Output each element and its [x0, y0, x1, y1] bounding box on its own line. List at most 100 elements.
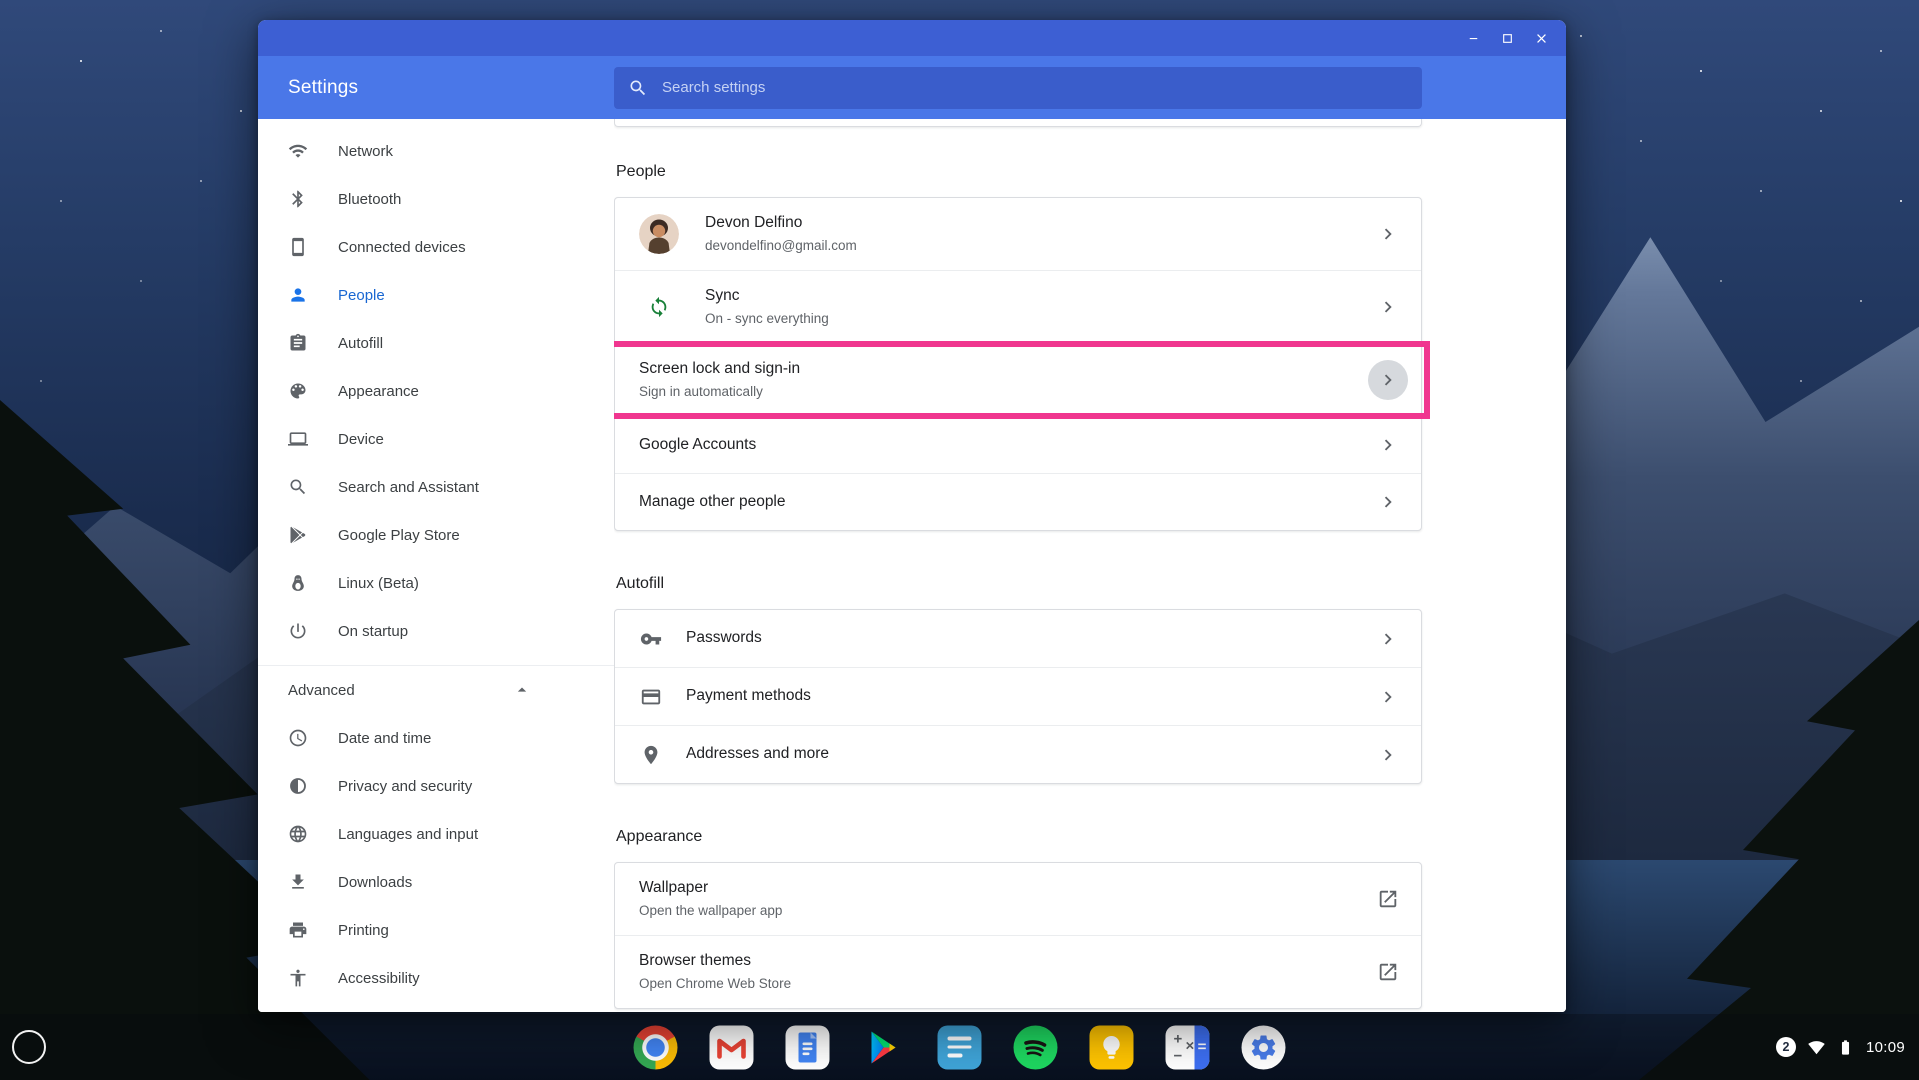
sidebar-item-label: Search and Assistant: [338, 479, 479, 496]
chevron-right-icon: [1377, 223, 1399, 245]
globe-icon: [288, 824, 308, 844]
sidebar-advanced-toggle[interactable]: Advanced: [258, 665, 614, 714]
row-passwords[interactable]: Passwords: [615, 610, 1421, 667]
row-google-accounts[interactable]: Google Accounts: [615, 416, 1421, 473]
row-account[interactable]: Devon Delfino devondelfino@gmail.com: [615, 198, 1421, 270]
shelf-chrome-icon[interactable]: [633, 1025, 678, 1070]
magnifier-icon: [288, 477, 308, 497]
sidebar-item-label: Autofill: [338, 335, 383, 352]
chevron-right-button[interactable]: [1368, 360, 1408, 400]
sidebar-item-on-startup[interactable]: On startup: [258, 607, 614, 655]
sidebar-item-privacy-security[interactable]: Privacy and security: [258, 762, 614, 810]
chevron-right-icon: [1377, 296, 1399, 318]
close-button[interactable]: [1524, 24, 1558, 52]
launcher-button[interactable]: [12, 1030, 46, 1064]
row-title: Browser themes: [639, 951, 791, 972]
status-tray[interactable]: 2 10:09: [1776, 1037, 1905, 1057]
credit-card-icon: [639, 686, 663, 708]
sidebar-item-printing[interactable]: Printing: [258, 906, 614, 954]
shelf-keep-icon[interactable]: [1089, 1025, 1134, 1070]
row-wallpaper[interactable]: Wallpaper Open the wallpaper app: [615, 863, 1421, 935]
sidebar-item-label: People: [338, 287, 385, 304]
chevron-right-icon: [1377, 491, 1399, 513]
advanced-label: Advanced: [288, 682, 355, 699]
chevron-right-icon: [1377, 369, 1399, 391]
search-input[interactable]: [660, 78, 1408, 97]
sidebar-item-autofill[interactable]: Autofill: [258, 319, 614, 367]
shelf-calculator-icon[interactable]: + − × =: [1165, 1025, 1210, 1070]
notification-count-badge: 2: [1776, 1037, 1796, 1057]
sidebar-item-network[interactable]: Network: [258, 127, 614, 175]
search-box[interactable]: [614, 67, 1422, 109]
palette-icon: [288, 381, 308, 401]
sidebar-item-date-time[interactable]: Date and time: [258, 714, 614, 762]
row-subtitle: Open Chrome Web Store: [639, 975, 791, 993]
shelf-play-store-icon[interactable]: [861, 1025, 906, 1070]
sidebar: Network Bluetooth Connected devices Peop…: [258, 119, 614, 1012]
row-subtitle: Sign in automatically: [639, 383, 800, 401]
sidebar-item-label: Accessibility: [338, 970, 420, 987]
sidebar-item-appearance[interactable]: Appearance: [258, 367, 614, 415]
sidebar-item-connected-devices[interactable]: Connected devices: [258, 223, 614, 271]
sidebar-item-languages-input[interactable]: Languages and input: [258, 810, 614, 858]
account-email: devondelfino@gmail.com: [705, 237, 857, 255]
shelf-settings-icon[interactable]: [1241, 1025, 1286, 1070]
sidebar-item-label: Downloads: [338, 874, 412, 891]
row-browser-themes[interactable]: Browser themes Open Chrome Web Store: [615, 935, 1421, 1008]
minimize-button[interactable]: [1456, 24, 1490, 52]
sidebar-item-bluetooth[interactable]: Bluetooth: [258, 175, 614, 223]
shelf-gmail-icon[interactable]: [709, 1025, 754, 1070]
scrolled-card-remnant: [614, 119, 1422, 127]
sidebar-item-device[interactable]: Device: [258, 415, 614, 463]
shelf-apps: + − × =: [633, 1025, 1286, 1070]
row-payment-methods[interactable]: Payment methods: [615, 667, 1421, 725]
row-subtitle: On - sync everything: [705, 310, 829, 328]
external-link-icon: [1377, 961, 1399, 983]
wifi-status-icon: [1808, 1039, 1825, 1056]
app-header: Settings: [258, 56, 1566, 119]
shelf-spotify-icon[interactable]: [1013, 1025, 1058, 1070]
play-store-icon: [288, 525, 308, 545]
sidebar-item-people[interactable]: People: [258, 271, 614, 319]
sidebar-item-label: Printing: [338, 922, 389, 939]
sidebar-item-label: Google Play Store: [338, 527, 460, 544]
sidebar-item-label: Privacy and security: [338, 778, 472, 795]
row-screen-lock[interactable]: Screen lock and sign-in Sign in automati…: [615, 343, 1421, 416]
section-heading-appearance: Appearance: [616, 828, 1566, 846]
sidebar-item-label: Connected devices: [338, 239, 466, 256]
key-icon: [639, 628, 663, 650]
row-manage-other-people[interactable]: Manage other people: [615, 473, 1421, 530]
row-subtitle: Open the wallpaper app: [639, 902, 782, 920]
sidebar-item-label: Languages and input: [338, 826, 478, 843]
row-addresses[interactable]: Addresses and more: [615, 725, 1421, 783]
sidebar-item-label: Bluetooth: [338, 191, 401, 208]
shelf-notes-app-icon[interactable]: [937, 1025, 982, 1070]
row-title: Wallpaper: [639, 878, 782, 899]
chevron-right-icon: [1377, 434, 1399, 456]
accessibility-icon: [288, 968, 308, 988]
chevron-right-icon: [1377, 628, 1399, 650]
sidebar-item-accessibility[interactable]: Accessibility: [258, 954, 614, 1002]
window-titlebar: [258, 20, 1566, 56]
shelf-docs-icon[interactable]: [785, 1025, 830, 1070]
maximize-button[interactable]: [1490, 24, 1524, 52]
row-title: Screen lock and sign-in: [639, 359, 800, 380]
sidebar-item-label: Linux (Beta): [338, 575, 419, 592]
chevron-right-icon: [1377, 744, 1399, 766]
appearance-card: Wallpaper Open the wallpaper app Browser…: [614, 862, 1422, 1009]
sidebar-item-linux[interactable]: Linux (Beta): [258, 559, 614, 607]
penguin-icon: [288, 573, 308, 593]
search-icon: [628, 78, 648, 98]
minimize-icon: [1466, 31, 1481, 46]
privacy-icon: [288, 776, 308, 796]
wifi-icon: [288, 141, 308, 161]
row-title: Payment methods: [686, 686, 811, 707]
sidebar-item-label: Device: [338, 431, 384, 448]
settings-content: People: [614, 119, 1566, 1012]
row-sync[interactable]: Sync On - sync everything: [615, 270, 1421, 343]
shelf: + − × = 2 10:09: [0, 1014, 1919, 1080]
row-title: Manage other people: [639, 492, 786, 513]
sidebar-item-downloads[interactable]: Downloads: [258, 858, 614, 906]
sidebar-item-search-assistant[interactable]: Search and Assistant: [258, 463, 614, 511]
sidebar-item-google-play-store[interactable]: Google Play Store: [258, 511, 614, 559]
